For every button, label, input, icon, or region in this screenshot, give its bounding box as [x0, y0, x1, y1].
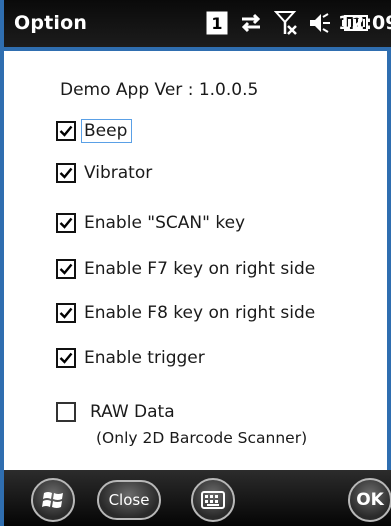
option-label-vibrator: Vibrator	[84, 163, 153, 183]
raw-data-note: (Only 2D Barcode Scanner)	[96, 429, 308, 447]
option-beep[interactable]: Beep	[56, 117, 133, 145]
option-label-raw-data: RAW Data	[90, 402, 175, 422]
close-button[interactable]: Close	[97, 480, 161, 520]
notification-count: 1	[211, 13, 223, 33]
clock: 12:09	[338, 12, 391, 34]
volume-icon	[308, 11, 332, 35]
start-button[interactable]	[31, 478, 75, 522]
version-text: Demo App Ver : 1.0.0.5	[60, 80, 259, 100]
option-label-f7-key: Enable F7 key on right side	[84, 259, 316, 279]
keyboard-button[interactable]	[191, 478, 235, 522]
option-label-beep: Beep	[80, 119, 133, 143]
ok-button[interactable]: OK	[348, 478, 391, 522]
checkbox-f7-key[interactable]	[56, 259, 76, 279]
title-bar: Option 1 12:0	[4, 0, 391, 47]
data-connection-icon	[238, 11, 264, 35]
ok-label: OK	[356, 490, 384, 510]
option-f7-key[interactable]: Enable F7 key on right side	[56, 255, 315, 283]
checkbox-beep[interactable]	[56, 121, 76, 141]
option-vibrator[interactable]: Vibrator	[56, 159, 152, 187]
checkbox-f8-key[interactable]	[56, 303, 76, 323]
title-divider	[4, 47, 391, 51]
checkbox-vibrator[interactable]	[56, 163, 76, 183]
option-trigger[interactable]: Enable trigger	[56, 344, 205, 372]
app-window: Option 1 12:0 Demo App Ver: 1.0.0.5 Bee…	[0, 0, 391, 526]
checkbox-raw-data[interactable]	[56, 402, 76, 422]
checkbox-scan-key[interactable]	[56, 213, 76, 233]
option-raw-data[interactable]: RAW Data	[56, 398, 175, 426]
option-label-scan-key: Enable "SCAN" key	[84, 213, 246, 233]
option-f8-key[interactable]: Enable F8 key on right side	[56, 299, 315, 327]
option-scan-key[interactable]: Enable "SCAN" key	[56, 209, 245, 237]
windows-flag-icon	[42, 492, 63, 508]
keyboard-icon	[201, 491, 225, 509]
option-label-trigger: Enable trigger	[84, 348, 205, 368]
option-label-f8-key: Enable F8 key on right side	[84, 303, 316, 323]
signal-strength-icon	[274, 10, 298, 36]
window-title: Option	[14, 12, 88, 34]
notification-icon[interactable]: 1	[206, 11, 228, 35]
checkbox-trigger[interactable]	[56, 348, 76, 368]
